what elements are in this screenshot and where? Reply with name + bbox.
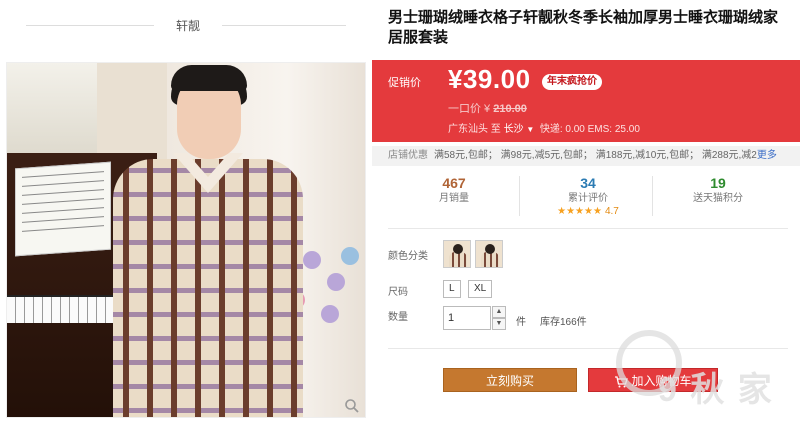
- product-main-image[interactable]: [6, 62, 366, 418]
- add-to-cart-button[interactable]: 加入购物车: [588, 368, 718, 392]
- original-price-value: 210.00: [493, 103, 527, 115]
- tmall-points-caption: 送天猫积分: [693, 193, 743, 204]
- divider: [222, 25, 346, 26]
- color-label: 颜色分类: [388, 251, 428, 262]
- quantity-increase-icon[interactable]: ▲: [492, 306, 506, 318]
- total-reviews-caption: 累计评价: [568, 193, 608, 204]
- ship-destination-select[interactable]: 长沙 ▼: [504, 124, 535, 135]
- shipping-fees: 快递: 0.00 EMS: 25.00: [539, 124, 640, 135]
- promotion-text: 满58元,包邮； 满98元,减5元,包邮； 满188元,减10元,包邮； 满28…: [434, 150, 757, 161]
- shop-name[interactable]: 轩靓: [160, 17, 216, 34]
- color-swatch-1[interactable]: [443, 240, 471, 268]
- shipping-info: 广东汕头 至 长沙 ▼ 快递: 0.00 EMS: 25.00: [448, 120, 640, 135]
- stock-count: 库存166件: [540, 317, 587, 328]
- size-option-l[interactable]: L: [443, 280, 461, 298]
- divider: [388, 348, 788, 349]
- quantity-decrease-icon[interactable]: ▼: [492, 318, 506, 330]
- original-price-label: 一口价 ¥: [448, 103, 491, 115]
- ship-destination: 长沙: [503, 124, 524, 135]
- monthly-sales-caption: 月销量: [439, 193, 469, 204]
- shop-promotion-bar: 店铺优惠 满58元,包邮； 满98元,减5元,包邮； 满188元,减10元,包邮；…: [372, 146, 800, 166]
- size-label: 尺码: [388, 287, 408, 298]
- divider: [519, 176, 520, 216]
- price-panel: 促销价 ¥39.00 年末疯抢价 一口价 ¥ 210.00 广东汕头 至 长沙 …: [372, 60, 800, 142]
- product-info: 男士珊瑚绒睡衣格子轩靓秋冬季长袖加厚男士睡衣珊瑚绒家居服套装 促销价 ¥39.0…: [372, 0, 800, 424]
- promotion-label: 店铺优惠: [388, 150, 428, 161]
- ship-from: 广东汕头: [448, 124, 488, 135]
- total-reviews[interactable]: 34 累计评价 ★★★★★ 4.7: [522, 174, 654, 218]
- photo-model: [103, 63, 303, 417]
- rating-score: 4.7: [604, 206, 619, 217]
- rating-stars: ★★★★★ 4.7: [522, 206, 654, 218]
- original-price: 一口价 ¥ 210.00: [448, 100, 527, 116]
- photo-pajamas: [113, 159, 303, 417]
- divider: [26, 25, 154, 26]
- cart-icon: [615, 376, 629, 388]
- tmall-points-value: 19: [710, 175, 726, 191]
- tmall-points: 19 送天猫积分: [652, 174, 784, 206]
- quantity-label: 数量: [388, 312, 408, 323]
- buy-now-button[interactable]: 立刻购买: [443, 368, 577, 392]
- size-option-xl[interactable]: XL: [468, 280, 493, 298]
- promo-price: ¥39.00: [448, 64, 531, 94]
- add-to-cart-label: 加入购物车: [631, 374, 692, 388]
- stats-row: 467 月销量 34 累计评价 ★★★★★ 4.7 19 送天猫积分: [372, 170, 800, 222]
- photo-sheet-music: [15, 161, 111, 257]
- ship-to-word: 至: [490, 124, 501, 135]
- price-badge: 年末疯抢价: [542, 74, 602, 90]
- promotion-more-link[interactable]: 更多: [757, 150, 777, 161]
- monthly-sales: 467 月销量: [388, 174, 520, 206]
- quantity-unit: 件: [516, 317, 526, 328]
- product-title: 男士珊瑚绒睡衣格子轩靓秋冬季长袖加厚男士睡衣珊瑚绒家居服套装: [388, 9, 779, 46]
- zoom-icon[interactable]: [344, 398, 360, 414]
- promo-price-label: 促销价: [388, 77, 421, 89]
- divider: [388, 228, 788, 229]
- left-column: 轩靓: [0, 0, 372, 424]
- quantity-input[interactable]: [443, 306, 491, 330]
- chevron-down-icon: ▼: [526, 125, 535, 134]
- total-reviews-value: 34: [580, 175, 596, 191]
- monthly-sales-value: 467: [442, 175, 466, 191]
- color-swatch-2[interactable]: [475, 240, 503, 268]
- shop-header: 轩靓: [0, 0, 372, 52]
- star-icons: ★★★★★: [557, 206, 602, 217]
- photo-fringe: [171, 65, 247, 91]
